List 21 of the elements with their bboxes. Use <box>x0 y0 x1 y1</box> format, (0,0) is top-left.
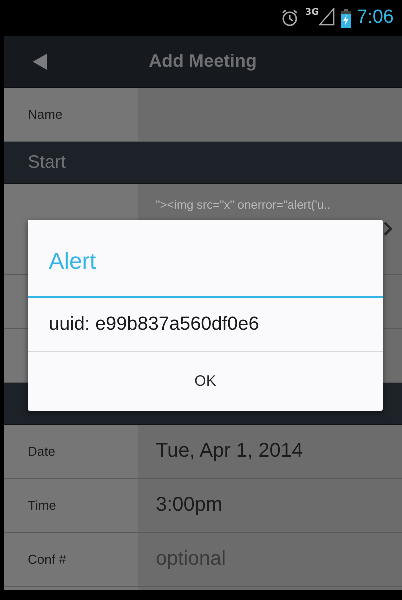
clock-time: 7:06 <box>357 7 394 29</box>
field-label: Time <box>4 479 138 532</box>
field-value[interactable]: "><img src="x" onerror="alert('u.. <box>156 198 331 212</box>
input-field[interactable] <box>138 88 402 141</box>
network-type-label: 3G <box>305 8 320 18</box>
chevron-right-icon <box>384 222 392 236</box>
field-value[interactable]: Tue, Apr 1, 2014 <box>138 425 402 478</box>
field-label: Name <box>4 88 138 141</box>
back-arrow-icon <box>33 54 47 70</box>
dialog-title: Alert <box>28 220 383 298</box>
screen-title: Add Meeting <box>148 51 258 72</box>
dialog-message: uuid: e99b837a560df0e6 <box>28 298 383 352</box>
ok-button[interactable]: OK <box>28 352 383 411</box>
field-label: Conf # <box>4 533 138 586</box>
alarm-clock-icon <box>281 9 300 27</box>
signal-icon <box>319 8 336 26</box>
list-row[interactable] <box>4 587 402 590</box>
field-label: Date <box>4 425 138 478</box>
field-value[interactable]: 3:00pm <box>138 479 402 532</box>
section-header: Start <box>4 142 402 184</box>
battery-charging-icon <box>341 8 352 28</box>
